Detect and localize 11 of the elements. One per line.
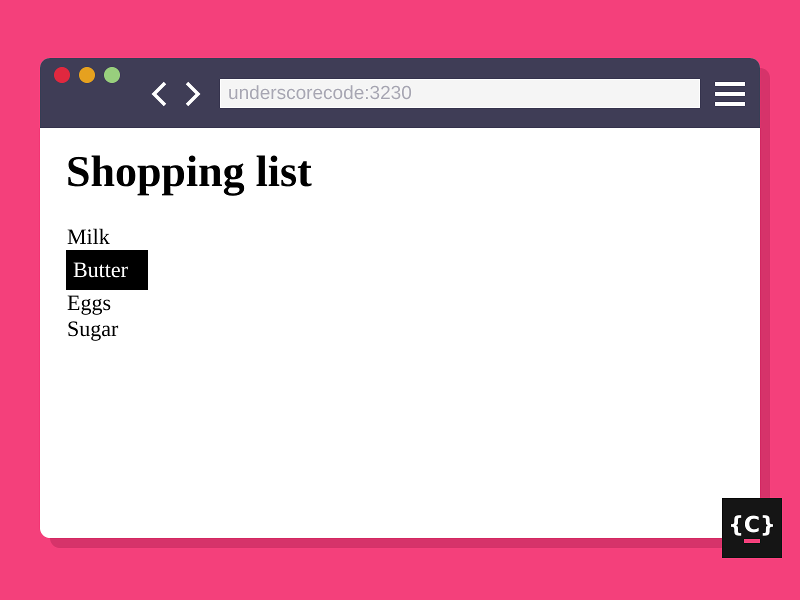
forward-icon[interactable] [184,81,202,107]
logo: {C} [722,498,782,558]
maximize-icon[interactable] [104,67,120,83]
list-item[interactable]: Milk [66,224,111,250]
page-heading: Shopping list [66,148,312,196]
back-icon[interactable] [150,81,168,107]
menu-icon[interactable] [715,81,745,107]
list-item[interactable]: Butter [66,250,148,290]
list-item[interactable]: Sugar [66,316,120,342]
list-item[interactable]: Eggs [66,290,112,316]
minimize-icon[interactable] [79,67,95,83]
